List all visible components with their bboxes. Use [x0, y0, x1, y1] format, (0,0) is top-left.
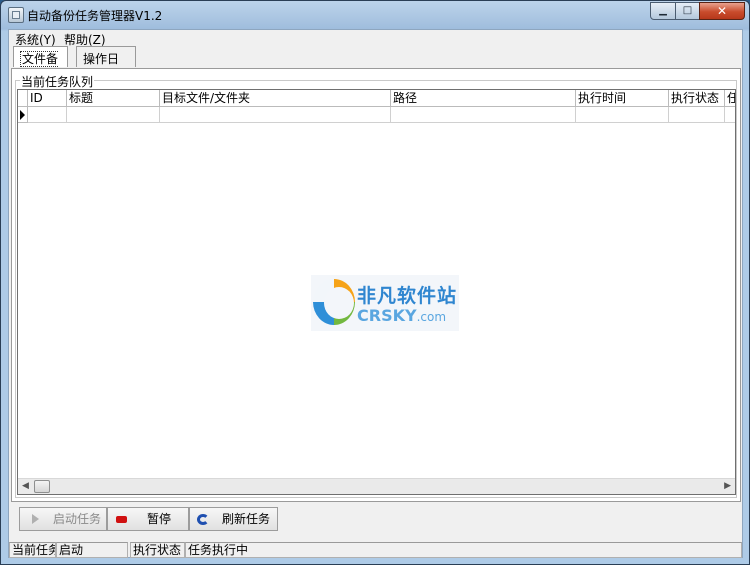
cell-exec-status[interactable]: [669, 107, 725, 123]
pause-icon: [116, 516, 127, 523]
cell-task[interactable]: [725, 107, 735, 123]
task-queue-label: 当前任务队列: [20, 73, 95, 90]
menu-bar: 系统(Y) 帮助(Z): [9, 30, 742, 47]
play-icon: [32, 514, 39, 524]
cell-title[interactable]: [67, 107, 160, 123]
column-header-exec-status[interactable]: 执行状态: [669, 90, 725, 106]
pause-button[interactable]: 暂停: [107, 507, 189, 531]
watermark-en: CRSKY.com: [357, 306, 446, 325]
horizontal-scrollbar[interactable]: ◀ ▶: [18, 478, 735, 494]
refresh-task-label: 刷新任务: [222, 512, 271, 526]
scroll-right-arrow-icon[interactable]: ▶: [724, 481, 731, 491]
column-header-exec-time[interactable]: 执行时间: [576, 90, 669, 106]
app-icon[interactable]: [8, 7, 24, 23]
close-button[interactable]: ✕: [699, 2, 745, 20]
cell-id[interactable]: [28, 107, 67, 123]
pause-label: 暂停: [147, 512, 172, 526]
maximize-button[interactable]: □: [675, 2, 700, 20]
table-header: ID 标题 目标文件/文件夹 路径 执行时间 执行状态 任: [18, 90, 735, 107]
tab-panel: 当前任务队列 ID 标题 目标文件/文件夹 路径 执行时间 执行状态 任 非凡软…: [11, 68, 741, 502]
column-header-id[interactable]: ID: [28, 90, 67, 106]
tab-strip: 文件备份 操作日志: [11, 46, 739, 84]
tab-operation-log[interactable]: 操作日志: [76, 46, 136, 83]
column-header-task[interactable]: 任: [725, 90, 735, 106]
watermark-en-main: CRSKY: [357, 306, 417, 325]
scroll-left-arrow-icon[interactable]: ◀: [22, 481, 29, 491]
minimize-button[interactable]: ▁: [650, 2, 676, 20]
status-current-task-value: 启动: [56, 542, 128, 558]
column-header-path[interactable]: 路径: [391, 90, 576, 106]
column-header-title[interactable]: 标题: [67, 90, 160, 106]
status-bar: 当前任务 启动 执行状态 任务执行中: [9, 542, 742, 558]
title-bar[interactable]: 自动备份任务管理器V1.2 ▁ □ ✕: [1, 1, 749, 29]
watermark-cn: 非凡软件站: [357, 285, 458, 307]
crsky-watermark-logo: 非凡软件站 CRSKY.com: [311, 275, 459, 331]
swirl-logo-icon: [313, 279, 355, 325]
start-task-label: 启动任务: [53, 512, 102, 526]
column-header-target[interactable]: 目标文件/文件夹: [160, 90, 391, 106]
row-indicator-arrow-icon: [18, 107, 28, 123]
cell-exec-time[interactable]: [576, 107, 669, 123]
app-window: 自动备份任务管理器V1.2 ▁ □ ✕ 系统(Y) 帮助(Z) 文件备份 操作日…: [0, 0, 750, 565]
table-row[interactable]: [18, 107, 735, 123]
status-exec-status-value: 任务执行中: [185, 542, 742, 558]
refresh-icon: [197, 514, 209, 525]
status-exec-status-label: 执行状态: [130, 542, 185, 558]
cell-path[interactable]: [391, 107, 576, 123]
scroll-thumb[interactable]: [34, 480, 50, 493]
tab-file-backup[interactable]: 文件备份: [13, 46, 68, 84]
window-title: 自动备份任务管理器V1.2: [27, 9, 163, 23]
task-table[interactable]: ID 标题 目标文件/文件夹 路径 执行时间 执行状态 任 非凡软件站 CRSK…: [17, 89, 736, 495]
watermark-en-suffix: .com: [416, 310, 447, 324]
header-indicator: [18, 90, 28, 106]
refresh-task-button[interactable]: 刷新任务: [189, 507, 278, 531]
cell-target[interactable]: [160, 107, 391, 123]
start-task-button[interactable]: 启动任务: [19, 507, 107, 531]
client-area: 系统(Y) 帮助(Z) 文件备份 操作日志 当前任务队列 ID 标题 目标文件/…: [8, 29, 743, 558]
status-current-task-label: 当前任务: [9, 542, 56, 558]
